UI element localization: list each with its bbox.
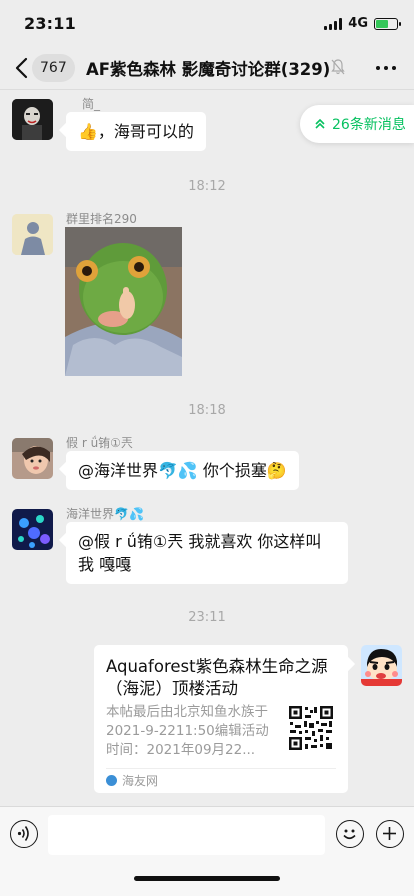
new-messages-label: 26条新消息: [332, 117, 406, 133]
qr-code-icon: [288, 705, 334, 751]
sender-name: 简_: [82, 97, 101, 111]
image-message[interactable]: [65, 227, 182, 376]
sender-name: 假 r ǘ铕①兲: [66, 436, 133, 450]
message-input-bar: [0, 806, 414, 896]
time-divider: 18:18: [188, 403, 226, 418]
green-fish-mask-photo: [65, 227, 182, 376]
link-card[interactable]: Aquaforest紫色森林生命之源（海泥）顶楼活动 本帖最后由北京知鱼水族于2…: [94, 645, 348, 793]
status-time: 23:11: [24, 14, 76, 33]
message-bubble[interactable]: @海洋世界🐬💦 你个损塞🤔: [66, 451, 299, 490]
time-divider: 23:11: [188, 610, 226, 625]
sender-name: 海洋世界🐬💦: [66, 507, 144, 521]
avatar[interactable]: [361, 645, 402, 686]
mute-bell-icon: [331, 59, 345, 75]
message-list[interactable]: 26条新消息 简_ 👍，海哥可以的 18:12 群里排名290 18:18 假 …: [0, 91, 414, 805]
signal-icon: [324, 17, 343, 30]
battery-icon: [374, 17, 401, 30]
card-description: 本帖最后由北京知鱼水族于2021-9-2211:50编辑活动时间：2021年09…: [106, 704, 269, 758]
avatar[interactable]: [12, 99, 53, 140]
avatar[interactable]: [12, 438, 53, 479]
time-divider: 18:12: [188, 179, 226, 194]
new-messages-button[interactable]: 26条新消息: [300, 105, 414, 143]
network-label: 4G: [348, 16, 368, 31]
back-arrow-icon[interactable]: [10, 54, 32, 82]
plus-icon: [383, 827, 396, 840]
more-options-icon[interactable]: [374, 58, 398, 78]
status-bar: 23:11 4G: [0, 0, 414, 46]
chat-title: AF紫色森林 影魔奇讨论群(329): [86, 60, 331, 79]
card-title: Aquaforest紫色森林生命之源（海泥）顶楼活动: [106, 657, 328, 698]
chat-header: 767 AF紫色森林 影魔奇讨论群(329): [0, 46, 414, 90]
double-chevron-up-icon: [315, 118, 325, 129]
source-logo-icon: [106, 775, 117, 786]
voice-icon: [17, 826, 29, 841]
avatar[interactable]: [12, 509, 53, 550]
emoji-button[interactable]: [336, 820, 364, 848]
avatar[interactable]: [12, 214, 53, 255]
voice-input-button[interactable]: [10, 820, 38, 848]
more-functions-button[interactable]: [376, 820, 404, 848]
card-source: 海友网: [106, 768, 336, 789]
status-indicators: 4G: [324, 16, 401, 31]
message-bubble[interactable]: @假 r ǘ铕①兲 我就喜欢 你这样叫我 嘎嘎: [66, 522, 348, 584]
sender-name: 群里排名290: [66, 212, 137, 226]
message-input[interactable]: [48, 815, 325, 855]
unread-count-badge[interactable]: 767: [32, 54, 75, 82]
card-source-label: 海友网: [122, 774, 159, 788]
message-bubble[interactable]: 👍，海哥可以的: [66, 112, 206, 151]
smiley-icon: [343, 829, 356, 840]
home-indicator: [134, 876, 280, 881]
